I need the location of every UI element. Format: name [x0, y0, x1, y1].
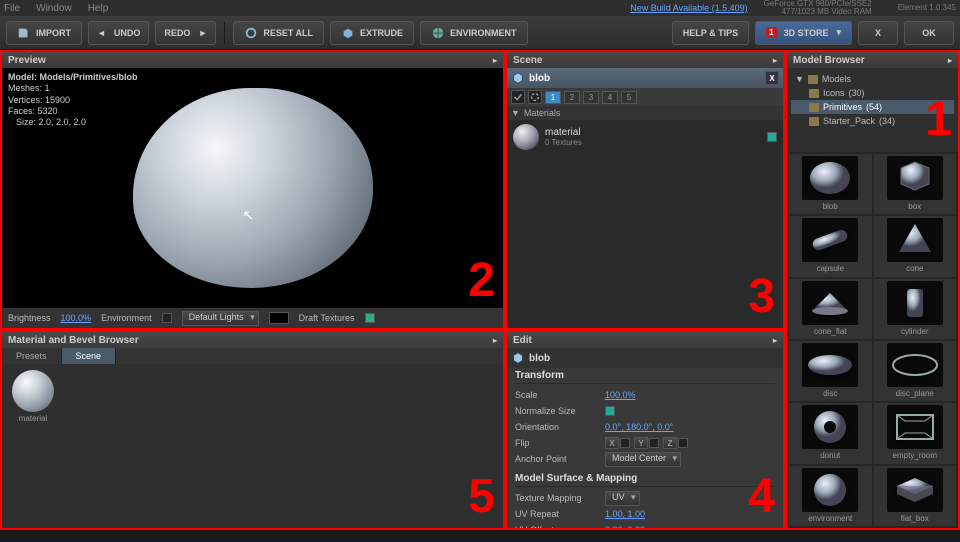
- model-thumb-disc[interactable]: disc: [789, 341, 872, 401]
- anchor-dropdown[interactable]: Model Center: [605, 452, 681, 467]
- scene-group-tabs: 1 2 3 4 5: [507, 88, 783, 106]
- help-tips-button[interactable]: HELP & TIPS: [672, 21, 749, 45]
- main-toolbar: IMPORT ◄UNDO REDO► RESET ALL EXTRUDE ENV…: [0, 16, 960, 50]
- menu-file[interactable]: File: [4, 3, 20, 14]
- browser-title: Model Browser: [793, 55, 865, 66]
- environment-button[interactable]: ENVIRONMENT: [420, 21, 528, 45]
- material-item[interactable]: material: [8, 370, 58, 423]
- preview-viewport[interactable]: Model: Models/Primitives/blob Meshes: 1 …: [2, 68, 503, 308]
- model-thumb-cone_flat[interactable]: cone_flat: [789, 279, 872, 339]
- model-thumb-empty_room[interactable]: empty_room: [874, 403, 957, 463]
- flip-z-button[interactable]: Z: [663, 437, 677, 449]
- app-version: Element 1.0.345: [898, 4, 956, 12]
- ok-button[interactable]: OK: [904, 21, 954, 45]
- annotation-5: 5: [468, 469, 495, 524]
- scene-refresh-icon[interactable]: [528, 90, 542, 104]
- store-badge: 1: [766, 27, 776, 38]
- menu-bar: File Window Help New Build Available (1.…: [0, 0, 960, 16]
- gpu-info: GeForce GTX 980/PCIe/SSE2 477/1023 MB Vi…: [764, 0, 872, 16]
- extrude-button[interactable]: EXTRUDE: [330, 21, 414, 45]
- annotation-1: 1: [925, 92, 952, 147]
- model-thumb-cone[interactable]: cone: [874, 216, 957, 276]
- tab-presets[interactable]: Presets: [2, 348, 62, 364]
- texture-mapping-dropdown[interactable]: UV: [605, 491, 640, 506]
- flip-x-button[interactable]: X: [605, 437, 619, 449]
- model-thumb-blob[interactable]: blob: [789, 154, 872, 214]
- model-info: Model: Models/Primitives/blob Meshes: 1 …: [8, 72, 138, 128]
- cursor-icon: ↖: [242, 207, 254, 224]
- group-tab-1[interactable]: 1: [545, 91, 561, 104]
- reset-icon: [244, 26, 258, 40]
- material-thumb-icon: [513, 124, 539, 150]
- matbrowser-title: Material and Bevel Browser: [8, 335, 139, 346]
- edit-panel: Edit▸ blob Transform Scale100.0% Normali…: [505, 330, 785, 530]
- group-tab-4[interactable]: 4: [602, 91, 618, 104]
- model-thumb-cylinder[interactable]: cylinder: [874, 279, 957, 339]
- preview-panel: Preview▸ Model: Models/Primitives/blob M…: [0, 50, 505, 330]
- flip-x-check[interactable]: [620, 438, 630, 448]
- group-tab-3[interactable]: 3: [583, 91, 599, 104]
- normalize-checkbox[interactable]: [605, 406, 615, 416]
- model-thumb-environment[interactable]: environment: [789, 466, 872, 526]
- matbrowser-tabs: Presets Scene: [2, 348, 503, 364]
- import-button[interactable]: IMPORT: [6, 21, 82, 45]
- model-thumb-capsule[interactable]: capsule: [789, 216, 872, 276]
- materials-section-header[interactable]: ▼Materials: [507, 106, 783, 120]
- preview-title: Preview: [8, 55, 46, 66]
- remove-object-button[interactable]: X: [765, 71, 779, 85]
- update-link[interactable]: New Build Available (1.5.409): [630, 3, 747, 13]
- scene-title: Scene: [513, 55, 542, 66]
- group-tab-5[interactable]: 5: [621, 91, 637, 104]
- preview-footer: Brightness 100.0% Environment Default Li…: [2, 308, 503, 328]
- annotation-4: 4: [748, 469, 775, 524]
- material-browser-panel: Material and Bevel Browser▸ Presets Scen…: [0, 330, 505, 530]
- environment-checkbox[interactable]: [162, 313, 172, 323]
- group-tab-2[interactable]: 2: [564, 91, 580, 104]
- model-thumb-donut[interactable]: donut: [789, 403, 872, 463]
- tab-scene[interactable]: Scene: [62, 348, 117, 364]
- flip-y-button[interactable]: Y: [634, 437, 648, 449]
- model-thumb-flat_box[interactable]: flat_box: [874, 466, 957, 526]
- annotation-2: 2: [468, 253, 495, 308]
- scale-value[interactable]: 100.0%: [605, 390, 636, 400]
- lights-dropdown[interactable]: Default Lights: [182, 311, 259, 326]
- scene-object-row[interactable]: blob X: [507, 68, 783, 88]
- cube-icon: [511, 71, 525, 85]
- menu-window[interactable]: Window: [36, 3, 72, 14]
- scene-panel: Scene▸ blob X 1 2 3 4 5 ▼Materials: [505, 50, 785, 330]
- reset-all-button[interactable]: RESET ALL: [233, 21, 324, 45]
- material-ball-icon: [12, 370, 54, 412]
- bg-color-swatch[interactable]: [269, 312, 289, 324]
- flip-z-check[interactable]: [678, 438, 688, 448]
- material-visibility-toggle[interactable]: [767, 132, 777, 142]
- model-thumb-disc_plane[interactable]: disc_plane: [874, 341, 957, 401]
- rendered-blob: [133, 88, 373, 288]
- brightness-value[interactable]: 100.0%: [61, 313, 92, 323]
- draft-textures-checkbox[interactable]: [365, 313, 375, 323]
- undo-button[interactable]: ◄UNDO: [88, 21, 149, 45]
- tree-root[interactable]: ▼Models: [791, 72, 954, 86]
- import-icon: [17, 26, 31, 40]
- menu-help[interactable]: Help: [88, 3, 109, 14]
- model-thumb-box[interactable]: box: [874, 154, 957, 214]
- redo-button[interactable]: REDO►: [155, 21, 216, 45]
- uv-repeat-value[interactable]: 1.00, 1.00: [605, 509, 645, 519]
- cube-icon: [511, 351, 525, 365]
- orientation-value[interactable]: 0.0°, 180.0°, 0.0°: [605, 422, 673, 432]
- scene-options-icon[interactable]: [511, 90, 525, 104]
- flip-y-check[interactable]: [649, 438, 659, 448]
- cancel-x-button[interactable]: X: [858, 21, 898, 45]
- model-browser-panel: Model Browser▸ ▼Models Icons (30) Primit…: [785, 50, 960, 530]
- globe-icon: [431, 26, 445, 40]
- uv-offset-value[interactable]: 0.00, 0.00: [605, 525, 645, 528]
- annotation-3: 3: [748, 269, 775, 324]
- model-thumb-grid: blobboxcapsuleconecone_flatcylinderdiscd…: [787, 152, 958, 528]
- material-row[interactable]: material 0 Textures: [507, 120, 783, 154]
- extrude-icon: [341, 26, 355, 40]
- store-button[interactable]: 1 3D STORE ▾: [755, 21, 852, 45]
- edit-title: Edit: [513, 335, 532, 346]
